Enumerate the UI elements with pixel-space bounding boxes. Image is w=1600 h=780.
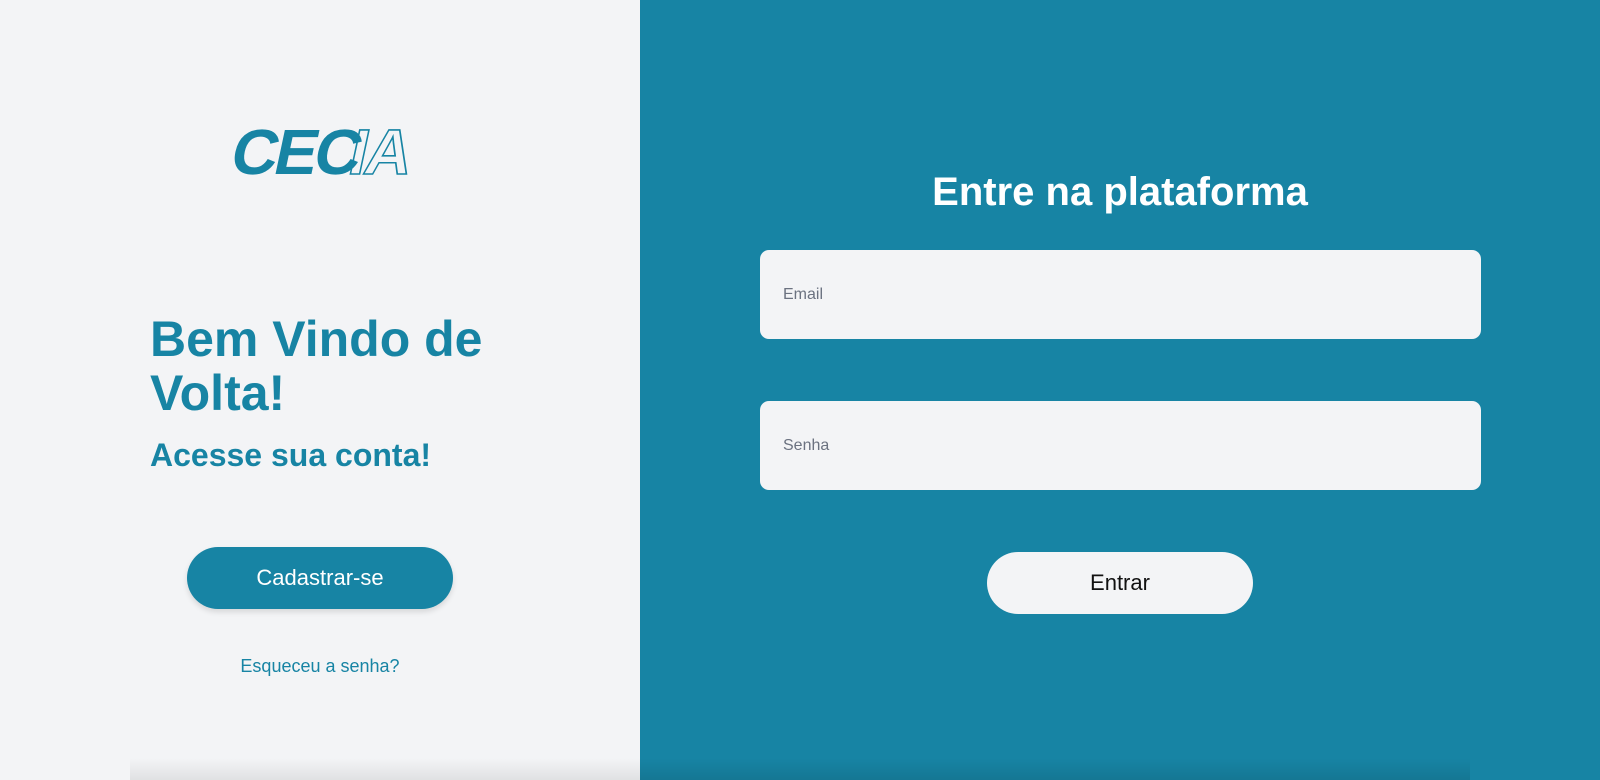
- email-field[interactable]: [760, 250, 1481, 339]
- password-field[interactable]: [760, 401, 1481, 490]
- signup-button[interactable]: Cadastrar-se: [187, 547, 453, 609]
- login-form-title: Entre na plataforma: [932, 170, 1308, 214]
- login-panel: Entre na plataforma Entrar: [640, 0, 1600, 780]
- cecia-logo: CEC IA: [228, 118, 418, 184]
- welcome-subtitle: Acesse sua conta!: [150, 437, 432, 473]
- forgot-password-link[interactable]: Esqueceu a senha?: [150, 656, 490, 677]
- login-page: CEC IA Bem Vindo de Volta! Acesse sua co…: [0, 0, 1600, 780]
- welcome-panel: CEC IA Bem Vindo de Volta! Acesse sua co…: [0, 0, 640, 780]
- login-button[interactable]: Entrar: [987, 552, 1253, 614]
- welcome-title: Bem Vindo de Volta!: [150, 311, 483, 421]
